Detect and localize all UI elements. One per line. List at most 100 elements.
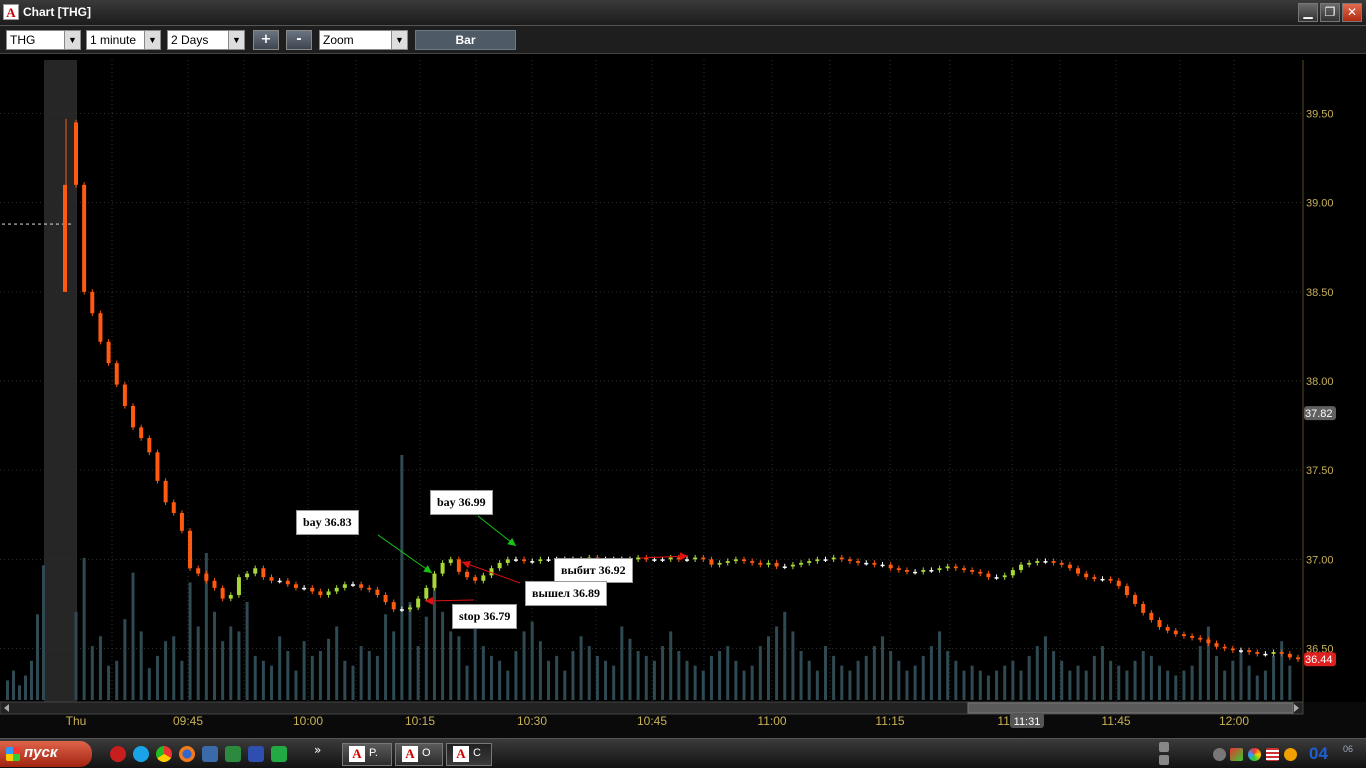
candle-body (473, 577, 478, 581)
candle-body (122, 384, 127, 406)
volume-bar (164, 641, 168, 700)
scroll-down-icon[interactable] (1159, 755, 1169, 765)
candle-body (375, 589, 380, 595)
chart-type-button[interactable]: Bar (415, 30, 516, 50)
chevron-down-icon[interactable]: ▼ (64, 31, 80, 49)
volume-bar (432, 582, 436, 700)
time-tick-label: 11:15 (875, 714, 904, 728)
volume-bar (848, 670, 852, 700)
desktop-icon[interactable] (202, 746, 218, 762)
volume-bar (1076, 665, 1080, 700)
chevron-down-icon[interactable]: ▼ (144, 31, 160, 49)
zoom-mode-select[interactable]: Zoom ▼ (319, 30, 408, 50)
range-select[interactable]: 2 Days ▼ (167, 30, 245, 50)
scroll-up-icon[interactable] (1159, 742, 1169, 752)
volume-bar (1263, 670, 1267, 700)
candle-body (1263, 653, 1268, 656)
volume-bar (457, 636, 461, 700)
opera-icon[interactable] (110, 746, 126, 762)
candle-body (1287, 653, 1292, 658)
color-icon[interactable] (1248, 748, 1261, 761)
volume-bar (807, 660, 811, 700)
candle-body (538, 559, 543, 562)
volume-bar (636, 651, 640, 700)
minimize-button[interactable]: ▁ (1298, 3, 1318, 22)
candle-body (758, 562, 763, 565)
volume-bar (514, 651, 518, 700)
candle-body (1051, 561, 1056, 563)
volume-bar (98, 636, 102, 700)
candle-body (416, 598, 421, 608)
volume-bar (172, 636, 176, 700)
volume-bar (1043, 636, 1047, 700)
volume-bar (1223, 670, 1227, 700)
volume-bar (563, 670, 567, 700)
chevron-down-icon[interactable]: ▼ (228, 31, 244, 49)
candle-body (1076, 568, 1081, 574)
firefox-icon[interactable] (179, 746, 195, 762)
chevron-down-icon[interactable]: ▼ (391, 31, 407, 49)
terminal-icon[interactable] (271, 746, 287, 762)
price-tick-label: 37.50 (1306, 465, 1334, 477)
volume-bar (1052, 651, 1056, 700)
candle-body (1084, 573, 1089, 578)
speaker-icon[interactable] (1284, 748, 1297, 761)
volume-bar (726, 646, 730, 700)
volume-bar (815, 670, 819, 700)
close-button[interactable]: ✕ (1342, 3, 1362, 22)
candle-body (717, 562, 722, 565)
candle-body (204, 573, 209, 581)
candle-body (750, 561, 755, 563)
candle-body (986, 573, 991, 578)
save-icon[interactable] (248, 746, 264, 762)
candle-body (399, 609, 404, 611)
volume-bar (82, 557, 86, 700)
candle-body (481, 575, 486, 581)
symbol-value: THG (10, 33, 36, 47)
volume-bar (392, 631, 396, 700)
taskbar-item-1[interactable]: A P. (342, 743, 392, 766)
volume-bar (506, 670, 510, 700)
candle-body (1198, 637, 1203, 640)
price-chart[interactable]: 39.5039.0038.5038.0037.5037.0036.5037.82… (0, 55, 1366, 738)
volume-bar (1117, 665, 1121, 700)
chrome-icon[interactable] (156, 746, 172, 762)
candle-body (1092, 577, 1097, 579)
volume-bar (1158, 665, 1162, 700)
start-button[interactable]: пуск (0, 741, 92, 767)
taskbar-item-2[interactable]: A O (395, 743, 443, 766)
candle-body (888, 564, 893, 569)
volume-bar (742, 670, 746, 700)
nav-left-icon[interactable] (1213, 748, 1226, 761)
candle-body (961, 568, 966, 571)
volume-bar (1068, 670, 1072, 700)
excel-icon[interactable] (225, 746, 241, 762)
volume-bar (424, 616, 428, 700)
clock-time: 04 (1309, 744, 1328, 763)
time-tick-label: Thu (66, 714, 87, 728)
volume-bar (286, 651, 290, 700)
volume-bar (587, 646, 591, 700)
volume-bar (799, 651, 803, 700)
candle-body (131, 405, 136, 428)
candle-body (74, 122, 78, 185)
network-icon[interactable] (1230, 748, 1243, 761)
candle-body (1214, 643, 1219, 647)
volume-bar (1198, 646, 1202, 700)
volume-bar (36, 614, 39, 700)
zoom-out-button[interactable]: - (286, 30, 312, 50)
restore-button[interactable]: ❐ (1320, 3, 1340, 22)
price-marker-label: 37.82 (1305, 408, 1333, 420)
skype-icon[interactable] (133, 746, 149, 762)
quicklaunch-chevron-icon[interactable]: » (314, 743, 321, 757)
candle-body (293, 584, 298, 588)
taskbar-item-3[interactable]: A C (446, 743, 492, 766)
flag-icon[interactable] (1266, 748, 1279, 761)
volume-bar (644, 655, 648, 700)
zoom-in-button[interactable]: + (253, 30, 279, 50)
interval-select[interactable]: 1 minute ▼ (86, 30, 161, 50)
candle-body (342, 584, 347, 588)
symbol-select[interactable]: THG ▼ (6, 30, 81, 50)
candle-body (465, 571, 470, 578)
time-tick-label: 11:45 (1101, 714, 1130, 728)
